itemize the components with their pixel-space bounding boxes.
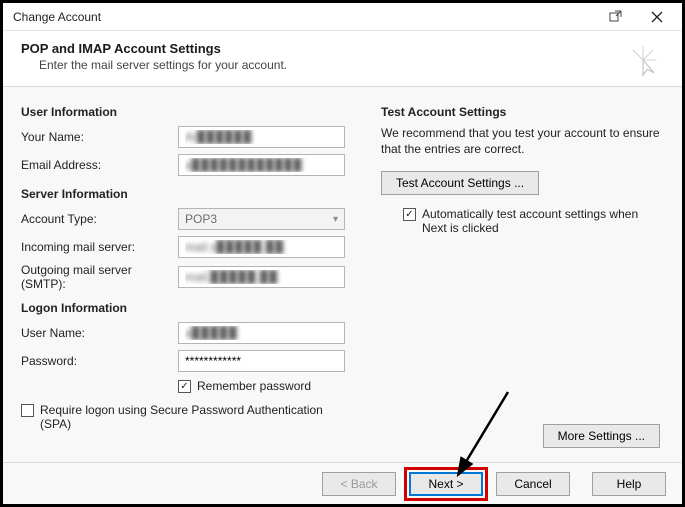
footer: < Back Next > Cancel Help <box>3 462 682 504</box>
outgoing-label: Outgoing mail server (SMTP): <box>21 263 178 291</box>
chevron-down-icon: ▾ <box>333 214 338 225</box>
test-settings-desc: We recommend that you test your account … <box>381 125 664 157</box>
email-input[interactable] <box>178 154 345 176</box>
auto-test-label: Automatically test account settings when… <box>422 207 662 235</box>
next-button-highlight: Next > <box>404 467 488 501</box>
cancel-button[interactable]: Cancel <box>496 472 570 496</box>
body: User Information Your Name: Email Addres… <box>3 87 682 462</box>
next-button[interactable]: Next > <box>409 472 483 496</box>
remember-password-checkbox[interactable] <box>178 380 191 393</box>
change-account-window: Change Account POP and IMAP Account Sett… <box>0 0 685 507</box>
left-column: User Information Your Name: Email Addres… <box>21 101 361 452</box>
test-settings-heading: Test Account Settings <box>381 105 664 119</box>
password-label: Password: <box>21 354 178 368</box>
page-subtitle: Enter the mail server settings for your … <box>39 58 664 72</box>
header: POP and IMAP Account Settings Enter the … <box>3 31 682 86</box>
account-type-value: POP3 <box>185 212 217 226</box>
server-info-heading: Server Information <box>21 187 361 201</box>
close-icon <box>651 11 663 23</box>
back-button[interactable]: < Back <box>322 472 396 496</box>
email-label: Email Address: <box>21 158 178 172</box>
test-account-settings-button[interactable]: Test Account Settings ... <box>381 171 539 195</box>
popout-button[interactable] <box>594 4 636 30</box>
outgoing-server-input[interactable] <box>178 266 345 288</box>
your-name-input[interactable] <box>178 126 345 148</box>
right-column: Test Account Settings We recommend that … <box>381 101 664 452</box>
more-settings-button[interactable]: More Settings ... <box>543 424 660 448</box>
logon-info-heading: Logon Information <box>21 301 361 315</box>
password-input[interactable] <box>178 350 345 372</box>
username-label: User Name: <box>21 326 178 340</box>
help-button[interactable]: Help <box>592 472 666 496</box>
spa-checkbox[interactable] <box>21 404 34 417</box>
account-type-label: Account Type: <box>21 212 178 226</box>
cursor-decor-icon <box>626 43 660 77</box>
username-input[interactable] <box>178 322 345 344</box>
titlebar: Change Account <box>3 3 682 31</box>
incoming-server-input[interactable] <box>178 236 345 258</box>
user-info-heading: User Information <box>21 105 361 119</box>
remember-password-label: Remember password <box>197 379 311 393</box>
auto-test-checkbox[interactable] <box>403 208 416 221</box>
popout-icon <box>609 10 622 23</box>
spa-label: Require logon using Secure Password Auth… <box>40 403 340 431</box>
page-title: POP and IMAP Account Settings <box>21 41 664 56</box>
window-title: Change Account <box>7 10 594 24</box>
incoming-label: Incoming mail server: <box>21 240 178 254</box>
account-type-select[interactable]: POP3 ▾ <box>178 208 345 230</box>
close-button[interactable] <box>636 4 678 30</box>
your-name-label: Your Name: <box>21 130 178 144</box>
